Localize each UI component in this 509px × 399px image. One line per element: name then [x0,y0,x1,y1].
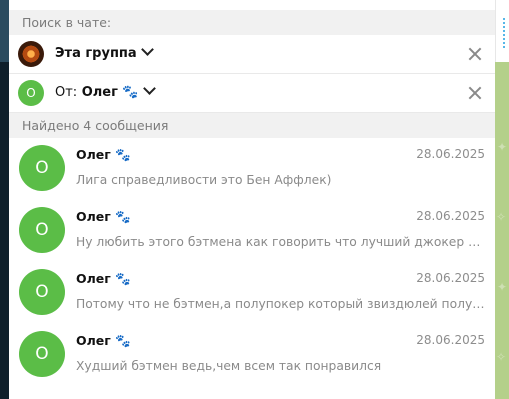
message-date: 28.06.2025 [416,271,485,285]
list-item[interactable]: О Олег 🐾 28.06.2025 Ну любить этого бэтм… [9,200,495,262]
chat-background-edge: ✦ ✧ ✦ ✧ [495,0,509,399]
sender-name: Олег 🐾 [76,147,131,162]
message-text: Лига справедливости это Бен Аффлек) [76,173,332,187]
group-filter-label[interactable]: Эта группа [55,43,154,61]
chevron-down-icon [142,82,156,95]
message-date: 28.06.2025 [416,333,485,347]
chat-list-edge [0,0,9,399]
message-text: Потому что не бэтмен,а полупокер который… [76,297,486,311]
search-header: Поиск в чате: [9,10,495,35]
close-group-filter-icon[interactable] [467,46,483,62]
avatar: О [19,269,65,315]
list-item[interactable]: О Олег 🐾 28.06.2025 Потому что не бэтмен… [9,262,495,324]
message-date: 28.06.2025 [416,147,485,161]
user-filter-name: Олег 🐾 [81,85,139,100]
filter-group-row[interactable]: Эта группа [9,35,495,74]
avatar: О [19,145,65,191]
chat-search-panel: Поиск в чате: Эта группа О От: Олег 🐾 На… [9,0,495,399]
avatar: О [19,207,65,253]
list-item[interactable]: О Олег 🐾 28.06.2025 Худший бэтмен ведь,ч… [9,324,495,386]
sender-name: Олег 🐾 [76,209,131,224]
dotted-divider [503,18,507,48]
message-date: 28.06.2025 [416,209,485,223]
list-item[interactable]: О Олег 🐾 28.06.2025 Лига справедливости … [9,138,495,200]
group-filter-text: Эта группа [55,46,137,61]
results-list: О Олег 🐾 28.06.2025 Лига справедливости … [9,138,495,386]
results-header: Найдено 4 сообщения [9,113,495,138]
user-avatar: О [18,80,44,106]
avatar: О [19,331,65,377]
from-prefix: От: [55,85,78,100]
message-text: Худший бэтмен ведь,чем всем так понравил… [76,359,382,373]
group-avatar-icon [18,41,44,67]
close-user-filter-icon[interactable] [467,85,483,101]
user-filter-label[interactable]: От: Олег 🐾 [55,82,156,100]
message-text: Ну любить этого бэтмена как говорить что… [76,235,486,249]
chevron-down-icon [140,43,154,56]
sender-name: Олег 🐾 [76,333,131,348]
filter-user-row[interactable]: О От: Олег 🐾 [9,74,495,113]
sender-name: Олег 🐾 [76,271,131,286]
